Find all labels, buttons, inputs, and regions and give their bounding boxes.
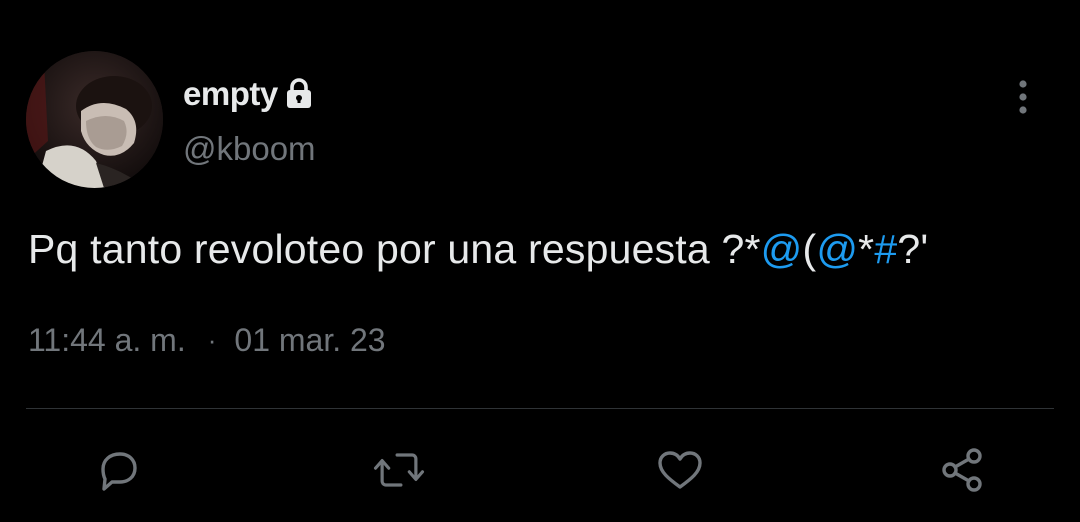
heart-icon <box>658 451 702 489</box>
mention-link[interactable]: @ <box>816 226 858 272</box>
lock-icon <box>284 77 314 111</box>
retweet-button[interactable] <box>369 440 429 500</box>
reply-button[interactable] <box>88 440 148 500</box>
like-button[interactable] <box>650 440 710 500</box>
tweet-text-mid2: * <box>858 226 875 272</box>
retweet-icon <box>373 453 425 487</box>
mention-link[interactable]: @ <box>761 226 803 272</box>
tweet-text: Pq tanto revoloteo por una respuesta ?*@… <box>28 226 928 273</box>
meta-separator: · <box>207 325 217 355</box>
display-name[interactable]: empty <box>183 75 278 113</box>
profile-photo <box>26 51 163 188</box>
tweet-time[interactable]: 11:44 a. m. <box>28 322 186 359</box>
tweet-text-plain: Pq tanto revoloteo por una respuesta ?* <box>28 226 761 272</box>
share-icon <box>942 448 982 492</box>
avatar[interactable] <box>26 51 163 188</box>
tweet-meta: 11:44 a. m. · 01 mar. 23 <box>28 322 386 359</box>
tweet-date[interactable]: 01 mar. 23 <box>234 322 385 359</box>
tweet-text-mid: ( <box>802 226 817 272</box>
share-button[interactable] <box>932 440 992 500</box>
reply-icon <box>101 452 137 491</box>
tweet-detail: empty @kboom Pq tanto revoloteo por una … <box>0 0 1080 522</box>
hashtag-link[interactable]: # <box>874 226 897 272</box>
action-bar <box>0 440 1080 500</box>
tweet-text-end: ?' <box>897 226 929 272</box>
handle[interactable]: @kboom <box>183 130 316 168</box>
author-name-row[interactable]: empty <box>183 70 314 118</box>
more-vertical-icon[interactable] <box>1008 78 1038 116</box>
divider <box>26 408 1054 409</box>
